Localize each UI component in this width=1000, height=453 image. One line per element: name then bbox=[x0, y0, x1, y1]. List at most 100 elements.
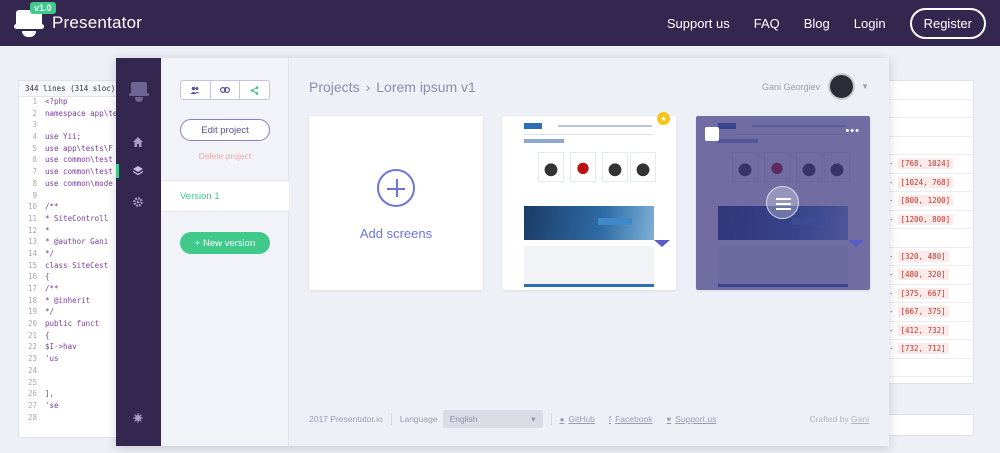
line-number: 24 bbox=[27, 365, 37, 375]
code-line: 12 * bbox=[19, 226, 127, 238]
code-line: 8 use common\mode bbox=[19, 179, 127, 191]
code-line: 26 ], bbox=[19, 389, 127, 401]
line-number: 7 bbox=[32, 167, 37, 177]
line-text: * SiteControll bbox=[45, 213, 109, 223]
line-number: 9 bbox=[32, 190, 37, 200]
breadcrumb: Projects › Lorem ipsum v1 bbox=[309, 79, 476, 95]
edit-project-button[interactable]: Edit project bbox=[180, 119, 270, 141]
home-icon[interactable] bbox=[130, 134, 146, 150]
line-number: 18 bbox=[27, 295, 37, 305]
language-label: Language bbox=[399, 414, 438, 424]
nav-blog[interactable]: Blog bbox=[804, 16, 830, 31]
avatar[interactable] bbox=[828, 73, 856, 100]
bug-icon[interactable] bbox=[130, 410, 146, 426]
nav-login[interactable]: Login bbox=[854, 16, 886, 31]
resolution-value: [800, 1200] bbox=[897, 195, 954, 207]
table-row bbox=[889, 137, 973, 155]
code-line: 2 namespace app\te bbox=[19, 109, 127, 121]
line-number: 19 bbox=[27, 307, 37, 317]
more-options-icon[interactable]: ••• bbox=[845, 125, 860, 137]
gear-icon[interactable] bbox=[130, 194, 146, 210]
language-select[interactable]: English ▾ bbox=[442, 410, 543, 428]
resolution-value: [375, 667] bbox=[897, 287, 949, 299]
screen-thumbnail bbox=[520, 118, 658, 290]
line-number: 26 bbox=[27, 389, 37, 399]
delete-project-link[interactable]: Delete project bbox=[161, 151, 289, 161]
line-text: use common\test bbox=[45, 155, 113, 165]
line-text: * @inherit bbox=[45, 295, 91, 305]
resolution-table-footer bbox=[888, 414, 974, 436]
table-row bbox=[889, 81, 973, 100]
line-text: <?php bbox=[45, 97, 68, 106]
code-line: 13 * @author Gani bbox=[19, 237, 127, 249]
table-row bbox=[889, 100, 973, 118]
app-sidebar bbox=[116, 58, 161, 446]
resolution-value: [1024, 768] bbox=[897, 176, 954, 188]
line-text: */ bbox=[45, 248, 55, 258]
copyright: 2017 Presentator.io bbox=[309, 414, 383, 424]
line-text: public funct bbox=[45, 319, 100, 329]
screen-card-hovered[interactable]: ••• bbox=[696, 116, 870, 290]
code-line: 16 { bbox=[19, 272, 127, 284]
crafted-author-link[interactable]: Gani bbox=[851, 414, 869, 424]
version-item[interactable]: Version 1 bbox=[161, 180, 289, 212]
line-text: ], bbox=[45, 389, 55, 399]
github-link[interactable]: ● GitHub bbox=[560, 414, 595, 424]
code-line: 20 public funct bbox=[19, 319, 127, 331]
code-line: 19 */ bbox=[19, 307, 127, 319]
share-icon[interactable] bbox=[240, 81, 269, 99]
layers-icon[interactable] bbox=[130, 163, 146, 179]
resolution-table: - [768, 1024] - [1024, 768] - [800, 1200] - [12… bbox=[888, 80, 974, 384]
line-number: 25 bbox=[27, 377, 37, 387]
project-action-group bbox=[180, 80, 270, 100]
breadcrumb-current: Lorem ipsum v1 bbox=[376, 79, 476, 95]
main-content: Projects › Lorem ipsum v1 Gani Georgiev ▼ … bbox=[289, 58, 889, 446]
support-link[interactable]: ♥ Support us bbox=[666, 414, 716, 424]
row-dash: - bbox=[889, 270, 894, 280]
line-text: use Yii; bbox=[45, 132, 82, 142]
line-number: 13 bbox=[27, 237, 37, 247]
nav-faq[interactable]: FAQ bbox=[754, 16, 780, 31]
app-footer: 2017 Presentator.io Language English ▾ ●… bbox=[309, 410, 869, 428]
link-icon[interactable] bbox=[211, 81, 241, 99]
caret-down-icon[interactable]: ▼ bbox=[861, 82, 869, 91]
line-number: 1 bbox=[32, 97, 37, 106]
line-number: 6 bbox=[32, 155, 37, 165]
app-logo-icon[interactable] bbox=[129, 82, 149, 104]
add-screens-card[interactable]: Add screens bbox=[309, 116, 483, 290]
facebook-link[interactable]: f Facebook bbox=[609, 414, 653, 424]
screen-card[interactable] bbox=[502, 116, 676, 290]
new-version-button[interactable]: + New version bbox=[180, 232, 270, 254]
line-text: namespace app\te bbox=[45, 108, 118, 118]
line-text: /** bbox=[45, 284, 59, 293]
nav-support-us[interactable]: Support us bbox=[667, 16, 730, 31]
line-number: 23 bbox=[27, 354, 37, 364]
row-dash: - bbox=[889, 251, 894, 261]
select-checkbox[interactable] bbox=[705, 127, 719, 141]
code-line: 28 bbox=[19, 413, 127, 425]
project-panel: Edit project Delete project Version 1 + … bbox=[161, 58, 289, 446]
line-text: use common\mode bbox=[45, 178, 113, 188]
facebook-icon: f bbox=[608, 414, 612, 424]
code-line: 14 */ bbox=[19, 249, 127, 261]
register-button[interactable]: Register bbox=[909, 7, 986, 39]
star-icon[interactable]: ★ bbox=[657, 112, 670, 125]
user-menu[interactable]: Gani Georgiev ▼ bbox=[762, 73, 869, 100]
line-number: 21 bbox=[27, 330, 37, 340]
line-text: class SiteCest bbox=[45, 260, 109, 270]
code-line: 22 $I->hav bbox=[19, 342, 127, 354]
table-row: - [320, 480] bbox=[889, 248, 973, 266]
brand-name[interactable]: Presentator bbox=[52, 13, 142, 33]
line-number: 10 bbox=[27, 202, 37, 212]
table-row: - [480, 320] bbox=[889, 266, 973, 285]
breadcrumb-projects[interactable]: Projects bbox=[309, 79, 360, 95]
line-text: * bbox=[45, 225, 50, 235]
table-row: - [667, 375] bbox=[889, 303, 973, 322]
line-number: 14 bbox=[27, 248, 37, 258]
crafted-prefix: Crafted by bbox=[809, 414, 849, 424]
row-dash: - bbox=[889, 196, 894, 206]
code-line: 18 * @inherit bbox=[19, 296, 127, 308]
user-name[interactable]: Gani Georgiev bbox=[762, 82, 820, 92]
screen-settings-icon[interactable] bbox=[766, 186, 799, 219]
members-icon[interactable] bbox=[181, 81, 211, 99]
